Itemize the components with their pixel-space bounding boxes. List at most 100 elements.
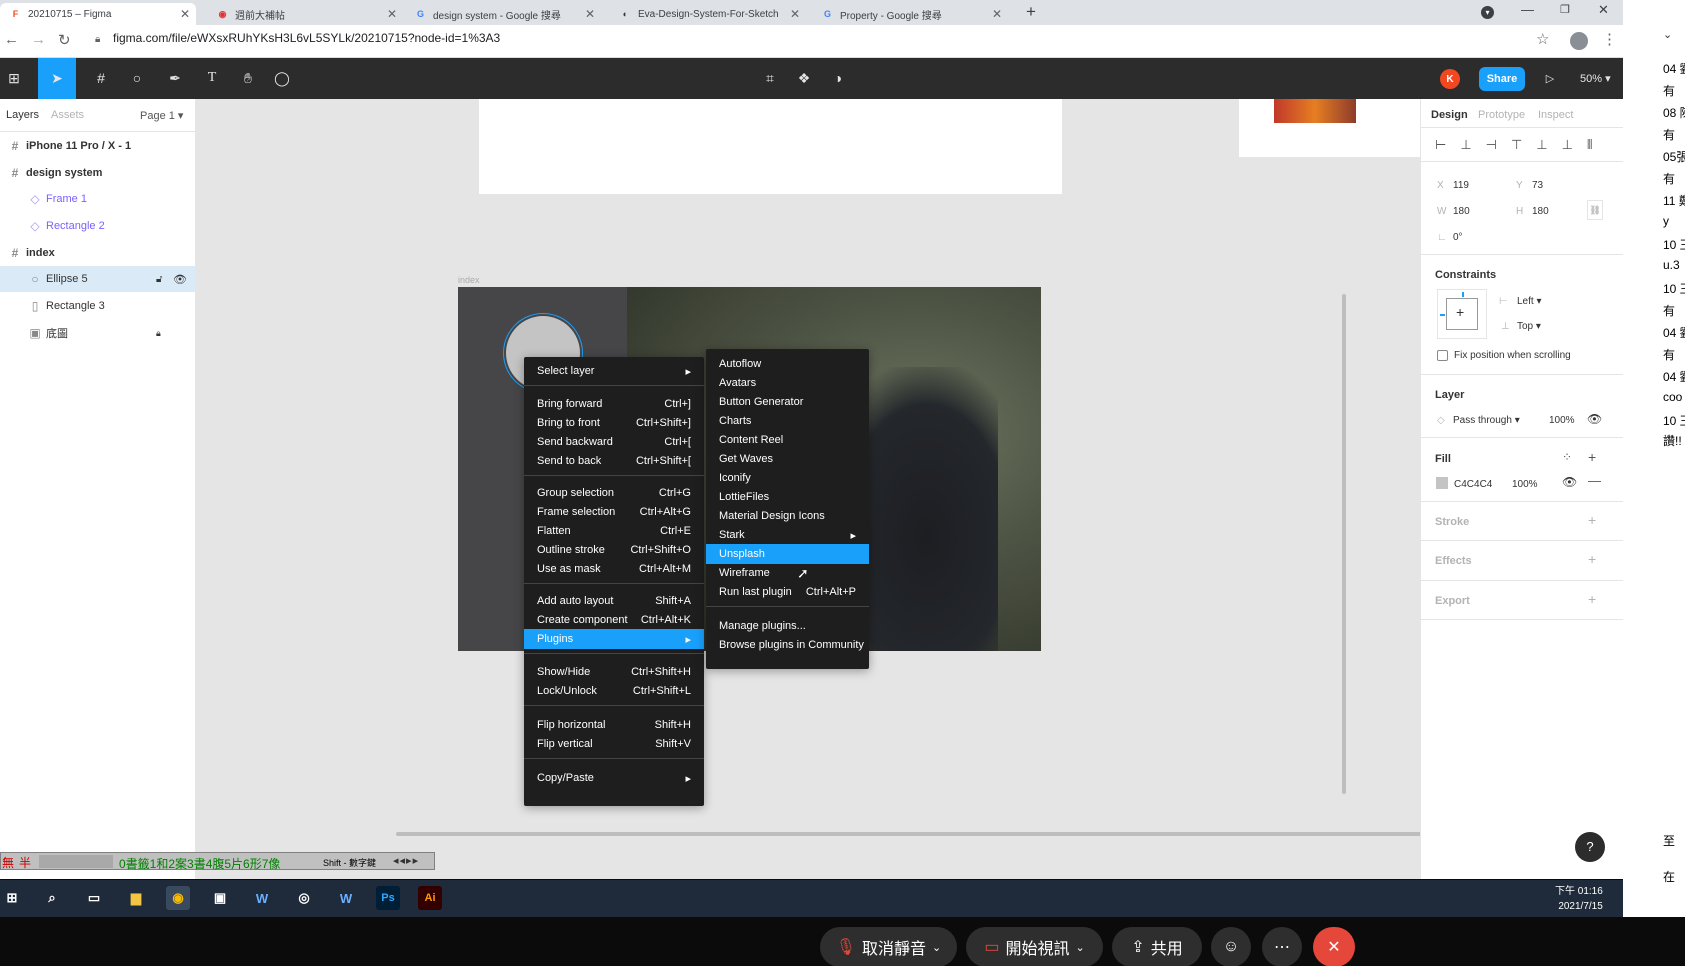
tab-5[interactable]: G Property - Google 搜尋 ✕ (812, 3, 1008, 25)
design-system-frame[interactable] (479, 99, 1062, 194)
add-stroke-icon[interactable]: + (1588, 512, 1596, 528)
menu-item-bring-to-front[interactable]: Bring to front Ctrl+Shift+] (524, 413, 704, 433)
fill-swatch[interactable] (1436, 477, 1448, 489)
bookmark-star-icon[interactable]: ☆ (1536, 30, 1549, 48)
menu-item-lock-unlock[interactable]: Lock/Unlock Ctrl+Shift+L (524, 681, 704, 701)
tab-search-icon[interactable]: ▾ (1481, 6, 1494, 19)
start-icon[interactable]: ⊞ (0, 886, 24, 910)
width-input[interactable]: 180 (1453, 206, 1470, 217)
component-icon[interactable]: ❖ (792, 66, 816, 90)
task-view-icon[interactable]: ▭ (82, 886, 106, 910)
close-window-icon[interactable]: ✕ (1598, 2, 1609, 18)
plugin-autoflow[interactable]: Autoflow (706, 354, 869, 374)
crop-icon[interactable]: ⌗ (758, 66, 782, 90)
leave-meeting-button[interactable]: ✕ (1313, 927, 1355, 966)
frame-tool-icon[interactable]: # (86, 66, 116, 90)
forward-icon[interactable]: → (31, 31, 46, 48)
add-export-icon[interactable]: + (1588, 591, 1596, 607)
plugin-iconify[interactable]: Iconify (706, 468, 869, 488)
menu-item-bring-forward[interactable]: Bring forward Ctrl+] (524, 394, 704, 414)
url-field[interactable]: figma.com/file/eWXsxRUhYKsH3L6vL5SYLk/20… (113, 31, 500, 45)
close-icon[interactable]: ✕ (585, 7, 595, 21)
text-tool-icon[interactable]: T (200, 66, 224, 90)
webex-icon[interactable]: W (250, 886, 274, 910)
user-avatar[interactable]: K (1440, 69, 1460, 89)
new-tab-icon[interactable]: + (1026, 2, 1036, 22)
constraint-top-marker[interactable] (1462, 292, 1464, 297)
obs-icon[interactable]: ◎ (292, 886, 316, 910)
main-menu-icon[interactable]: ⊞ (0, 66, 28, 90)
horizontal-constraint-select[interactable]: Left ▾ (1517, 296, 1542, 307)
hand-tool-icon[interactable]: ✋︎ (236, 66, 260, 90)
close-icon[interactable]: ✕ (992, 7, 1002, 21)
layer-frame-1[interactable]: ◇ Frame 1 (0, 186, 195, 212)
vertical-scrollbar[interactable] (1342, 294, 1346, 794)
tab-inspect[interactable]: Inspect (1538, 109, 1573, 121)
menu-item-send-to-back[interactable]: Send to back Ctrl+Shift+[ (524, 451, 704, 471)
close-icon[interactable]: ✕ (180, 7, 190, 21)
layer-design-system[interactable]: # design system (0, 160, 195, 186)
menu-item-create-component[interactable]: Create component Ctrl+Alt+K (524, 610, 704, 630)
plugin-stark[interactable]: Stark ▸ (706, 525, 869, 545)
minimize-icon[interactable]: — (1521, 2, 1534, 17)
layer-rectangle-3[interactable]: ▯ Rectangle 3 (0, 293, 195, 319)
page-selector[interactable]: Page 1 ▾ (140, 109, 183, 122)
plugin-unsplash[interactable]: Unsplash (706, 544, 869, 564)
layer-ellipse-5[interactable]: ○ Ellipse 5 🔓︎ 👁︎ (0, 266, 195, 292)
menu-item-send-backward[interactable]: Send backward Ctrl+[ (524, 432, 704, 452)
tab-design[interactable]: Design (1431, 109, 1468, 121)
constraints-widget[interactable]: + (1437, 289, 1487, 339)
menu-item-group-selection[interactable]: Group selection Ctrl+G (524, 483, 704, 503)
layer-rectangle-2[interactable]: ◇ Rectangle 2 (0, 213, 195, 239)
vertical-constraint-select[interactable]: Top ▾ (1517, 321, 1541, 332)
eye-icon[interactable]: 👁︎ (1562, 475, 1577, 489)
reload-icon[interactable]: ↻ (58, 31, 71, 49)
styles-grid-icon[interactable]: ⁘ (1562, 450, 1572, 464)
menu-item-frame-selection[interactable]: Frame selection Ctrl+Alt+G (524, 502, 704, 522)
constrain-proportions-icon[interactable]: ⛓︎ (1587, 200, 1603, 220)
back-icon[interactable]: ← (4, 31, 19, 48)
plugin-material-design-icons[interactable]: Material Design Icons (706, 506, 869, 526)
system-clock[interactable]: 下午 01:16 2021/7/15 (1555, 884, 1603, 914)
menu-item-show-hide[interactable]: Show/Hide Ctrl+Shift+H (524, 662, 704, 682)
menu-item-copy-paste[interactable]: Copy/Paste ▸ (524, 768, 704, 788)
ime-mode[interactable]: 無 (2, 854, 14, 871)
mask-icon[interactable]: ◑ (826, 66, 850, 90)
lock-icon[interactable]: 🔒︎ (156, 328, 161, 339)
photoshop-icon[interactable]: Ps (376, 886, 400, 910)
webex-icon[interactable]: W (334, 886, 358, 910)
menu-item-flip-horizontal[interactable]: Flip horizontal Shift+H (524, 715, 704, 735)
chrome-icon[interactable]: ◉ (166, 886, 190, 910)
chevron-down-icon[interactable]: ⌄ (1663, 28, 1672, 41)
app-icon[interactable]: ▣ (208, 886, 232, 910)
fill-opacity-input[interactable]: 100% (1512, 479, 1538, 490)
layer-iphone-frame[interactable]: # iPhone 11 Pro / X - 1 (0, 133, 195, 159)
x-input[interactable]: 119 (1453, 180, 1469, 191)
plugin-get-waves[interactable]: Get Waves (706, 449, 869, 469)
align-tools[interactable]: ⊢⊥⊣⊤⊥⊥⫴ (1435, 137, 1606, 153)
tab-4[interactable]: ◐ Eva-Design-System-For-Sketch ✕ (610, 3, 806, 25)
present-icon[interactable]: ▷ (1538, 66, 1562, 90)
frame-partial[interactable] (1239, 99, 1420, 157)
plugin-lottiefiles[interactable]: LottieFiles (706, 487, 869, 507)
start-video-button[interactable]: ▭ 開始視訊 ⌄ (966, 927, 1103, 966)
close-icon[interactable]: ✕ (387, 7, 397, 21)
plugin-button-generator[interactable]: Button Generator (706, 392, 869, 412)
chevron-down-icon[interactable]: ⌄ (932, 941, 941, 954)
move-tool-icon[interactable]: ➤ (38, 58, 76, 99)
unlock-icon[interactable]: 🔓︎ (156, 274, 162, 285)
menu-item-plugins[interactable]: Plugins ▸ (524, 629, 704, 649)
blend-mode-select[interactable]: Pass through ▾ (1453, 415, 1520, 426)
y-input[interactable]: 73 (1532, 180, 1543, 191)
plugin-avatars[interactable]: Avatars (706, 373, 869, 393)
tab-figma[interactable]: F 20210715 – Figma ✕ (0, 3, 196, 25)
eye-icon[interactable]: 👁︎ (1587, 412, 1602, 426)
menu-item-flatten[interactable]: Flatten Ctrl+E (524, 521, 704, 541)
plugin-wireframe[interactable]: Wireframe (706, 563, 869, 583)
illustrator-icon[interactable]: Ai (418, 886, 442, 910)
frame-label[interactable]: index (458, 275, 480, 285)
restore-icon[interactable]: ❐ (1560, 3, 1570, 16)
eye-icon[interactable]: 👁︎ (173, 273, 187, 286)
menu-item-outline-stroke[interactable]: Outline stroke Ctrl+Shift+O (524, 540, 704, 560)
reactions-button[interactable]: ☺ (1211, 927, 1251, 966)
